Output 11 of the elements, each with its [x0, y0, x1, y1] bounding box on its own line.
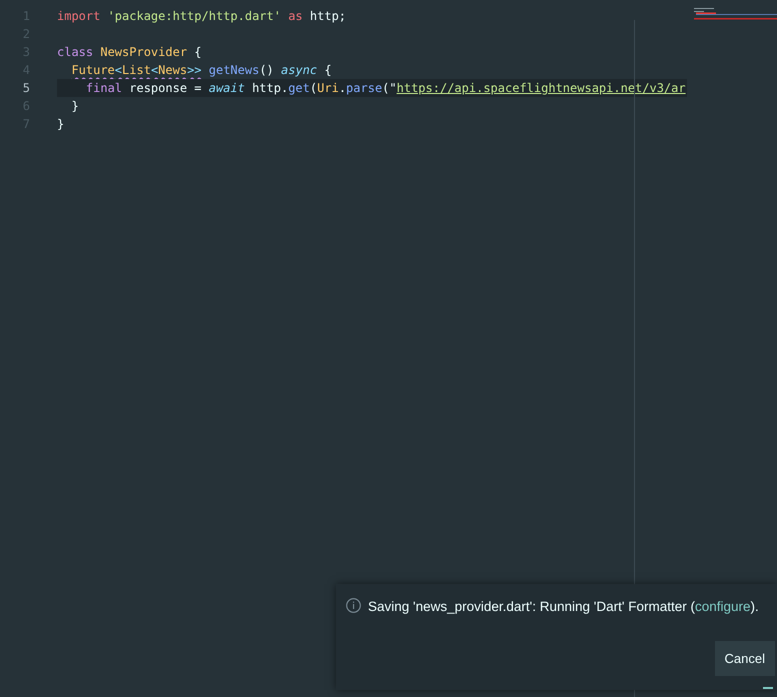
- notification-message: Saving 'news_provider.dart': Running 'Dart' Formatter (configure).: [368, 598, 759, 616]
- info-icon: [346, 598, 361, 613]
- code-line: }: [70, 98, 80, 115]
- line-number: 5: [22, 80, 30, 97]
- code-line: import 'package:http/http.dart' as http;: [57, 8, 348, 25]
- configure-link[interactable]: configure: [694, 599, 750, 614]
- cancel-button[interactable]: Cancel: [714, 640, 775, 676]
- code-line: class NewsProvider {: [57, 44, 202, 61]
- progress-indicator: [763, 687, 773, 689]
- code-line: Future<List<News>> getNews() async {: [70, 62, 333, 79]
- code-line: }: [57, 116, 66, 133]
